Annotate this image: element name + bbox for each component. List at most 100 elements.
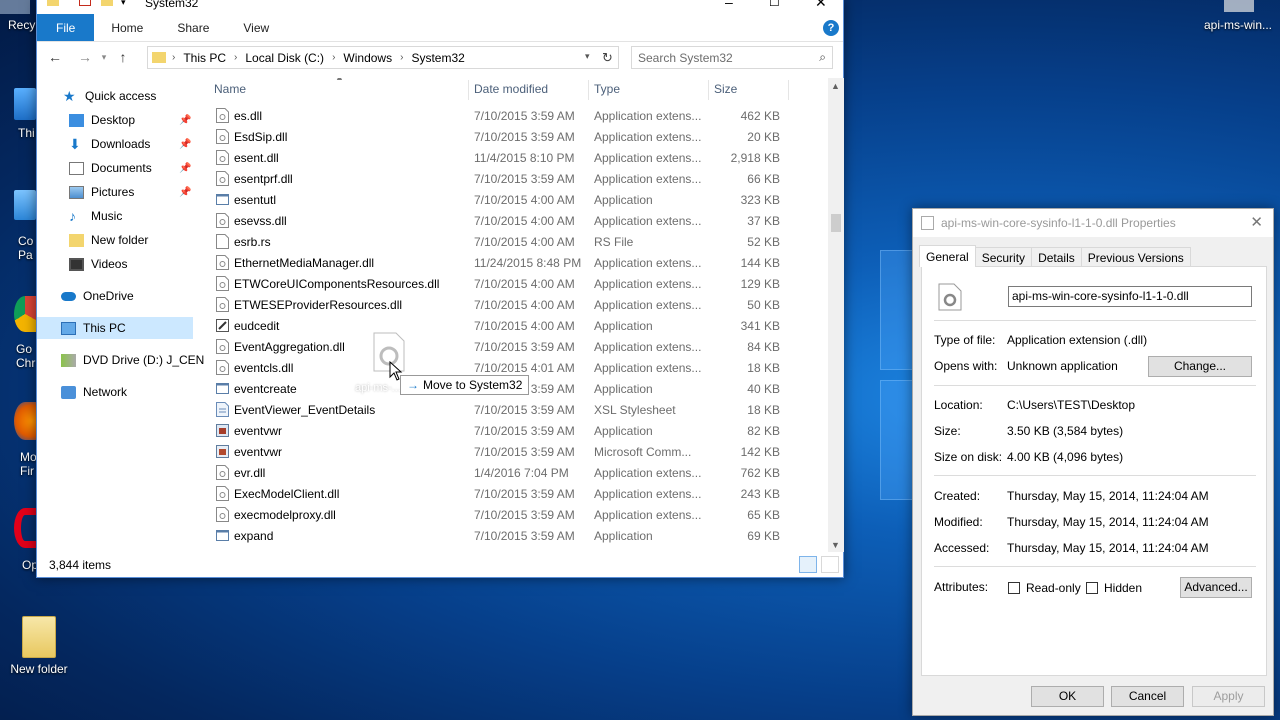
nav-new-folder[interactable]: New folder (69, 229, 148, 251)
nav-downloads[interactable]: ⬇ Downloads (69, 133, 150, 155)
breadcrumb-system32[interactable]: System32 (411, 51, 464, 65)
nav-onedrive[interactable]: OneDrive (61, 285, 134, 307)
ok-button[interactable]: OK (1031, 686, 1104, 707)
file-row[interactable]: EthernetMediaManager.dll 11/24/2015 8:48 … (209, 252, 827, 273)
nav-pictures[interactable]: Pictures (69, 181, 134, 203)
desktop-clip-thispc[interactable]: Thi (18, 126, 35, 140)
nav-videos[interactable]: Videos (69, 253, 127, 275)
file-row[interactable]: EventAggregation.dll 7/10/2015 3:59 AM App… (209, 336, 827, 357)
address-bar[interactable]: › This PC › Local Disk (C:) › Windows › … (147, 46, 619, 69)
forward-arrow-icon[interactable]: → (73, 49, 97, 65)
properties-icon[interactable] (79, 0, 91, 6)
vertical-scrollbar[interactable]: ▲ ▼ (828, 78, 844, 552)
file-row[interactable]: evr.dll 1/4/2016 7:04 PM Application exten… (209, 462, 827, 483)
tab-previous-versions[interactable]: Previous Versions (1080, 247, 1191, 267)
file-row[interactable]: ETWCoreUIComponentsResources.dll 7/10/201… (209, 273, 827, 294)
pin-icon[interactable]: 📌 (179, 163, 191, 174)
nav-music[interactable]: ♪ Music (69, 205, 122, 227)
readonly-checkbox[interactable] (1008, 582, 1020, 594)
desktop-clip-firefox[interactable]: Mo Fir (20, 450, 37, 478)
cancel-button[interactable]: Cancel (1111, 686, 1184, 707)
folder-icon (22, 616, 56, 658)
tab-general[interactable]: General (919, 245, 976, 267)
file-row[interactable]: esentprf.dll 7/10/2015 3:59 AM Application… (209, 168, 827, 189)
file-row[interactable]: EsdSip.dll 7/10/2015 3:59 AM Application e… (209, 126, 827, 147)
file-row[interactable]: es.dll 7/10/2015 3:59 AM Application exten… (209, 105, 827, 126)
breadcrumb-chevron-icon[interactable]: › (332, 52, 335, 63)
advanced-button[interactable]: Advanced... (1180, 577, 1252, 598)
file-row[interactable]: esent.dll 11/4/2015 8:10 PM Application ex… (209, 147, 827, 168)
nav-this-pc[interactable]: This PC (37, 317, 193, 339)
tab-view[interactable]: View (226, 14, 286, 41)
close-icon[interactable]: ✕ (815, 0, 827, 11)
recent-locations-chevron-icon[interactable]: ▾ (97, 52, 111, 63)
file-row[interactable]: ExecModelClient.dll 7/10/2015 3:59 AM Appl… (209, 483, 827, 504)
desktop-dll-icon[interactable] (1224, 0, 1254, 12)
filename-input[interactable]: api-ms-win-core-sysinfo-l1-1-0.dll (1008, 286, 1252, 307)
nav-desktop[interactable]: Desktop (69, 109, 135, 131)
tab-security[interactable]: Security (974, 247, 1033, 267)
file-row[interactable]: esrb.rs 7/10/2015 4:00 AM RS File 52 KB (209, 231, 827, 252)
apply-button[interactable]: Apply (1192, 686, 1265, 707)
file-row[interactable]: ETWESEProviderResources.dll 7/10/2015 4:0… (209, 294, 827, 315)
breadcrumb-chevron-icon[interactable]: › (400, 52, 403, 63)
nav-dvd-drive[interactable]: DVD Drive (D:) J_CEN (61, 349, 204, 371)
pin-icon[interactable]: 📌 (179, 187, 191, 198)
pin-icon[interactable]: 📌 (179, 139, 191, 150)
column-divider[interactable] (788, 80, 789, 100)
maximize-icon[interactable]: ☐ (769, 0, 780, 9)
file-row[interactable]: execmodelproxy.dll 7/10/2015 3:59 AM Appli… (209, 504, 827, 525)
file-row[interactable]: eventvwr 7/10/2015 3:59 AM Microsoft Comm.… (209, 441, 827, 462)
close-icon[interactable]: ✕ (1250, 213, 1263, 231)
properties-titlebar[interactable]: api-ms-win-core-sysinfo-l1-1-0.dll Prope… (913, 209, 1273, 237)
file-row[interactable]: esentutl 7/10/2015 4:00 AM Application 323 … (209, 189, 827, 210)
scroll-down-icon[interactable]: ▼ (831, 540, 840, 550)
scroll-thumb[interactable] (831, 214, 841, 232)
search-icon[interactable]: ⌕ (819, 50, 826, 65)
up-arrow-icon[interactable]: ↑ (111, 49, 135, 65)
file-row[interactable]: eudcedit 7/10/2015 4:00 AM Application 341 … (209, 315, 827, 336)
column-header-type[interactable]: Type (589, 78, 707, 100)
nav-network[interactable]: Network (61, 381, 127, 403)
chevron-down-icon[interactable]: ▾ (121, 0, 126, 8)
desktop-new-folder[interactable]: New folder (1, 616, 77, 676)
minimize-icon[interactable]: – (725, 0, 733, 10)
desktop-clip-control[interactable]: Co Pa (18, 234, 33, 262)
refresh-icon[interactable]: ↻ (597, 46, 619, 69)
nav-quick-access[interactable]: ★ Quick access (63, 85, 156, 107)
tab-details[interactable]: Details (1031, 247, 1082, 267)
details-view-icon[interactable] (799, 556, 817, 573)
desktop-clip-chrome[interactable]: Go Chr (16, 342, 35, 370)
column-header-size[interactable]: Size (709, 78, 787, 100)
breadcrumb-chevron-icon[interactable]: › (234, 52, 237, 63)
divider (934, 385, 1256, 386)
back-arrow-icon[interactable]: ← (43, 49, 67, 65)
size-value: 3.50 KB (3,584 bytes) (1007, 424, 1124, 438)
new-folder-icon[interactable] (101, 0, 113, 6)
hidden-checkbox[interactable] (1086, 582, 1098, 594)
file-row[interactable]: eventvwr 7/10/2015 3:59 AM Application 82 K… (209, 420, 827, 441)
help-icon[interactable]: ? (823, 20, 839, 36)
scroll-up-icon[interactable]: ▲ (831, 81, 840, 91)
breadcrumb-local-disk[interactable]: Local Disk (C:) (245, 51, 324, 65)
column-header-date[interactable]: Date modified (469, 78, 587, 100)
explorer-titlebar[interactable]: ▾ System32 – ☐ ✕ (37, 0, 843, 14)
hidden-label[interactable]: Hidden (1104, 581, 1142, 595)
readonly-label[interactable]: Read-only (1026, 581, 1081, 595)
address-dropdown-icon[interactable]: ▾ (585, 51, 590, 62)
desktop-clip-recycle[interactable]: Recy (8, 18, 35, 32)
change-button[interactable]: Change... (1148, 356, 1252, 377)
tab-home[interactable]: Home (94, 14, 160, 41)
breadcrumb-chevron-icon[interactable]: › (172, 52, 175, 63)
nav-documents[interactable]: Documents (69, 157, 152, 179)
pin-icon[interactable]: 📌 (179, 115, 191, 126)
file-row[interactable]: EventViewer_EventDetails 7/10/2015 3:59 A… (209, 399, 827, 420)
tab-file[interactable]: File (37, 14, 95, 41)
tab-share[interactable]: Share (160, 14, 226, 41)
search-input[interactable]: Search System32 ⌕ (631, 46, 833, 69)
file-row[interactable]: esevss.dll 7/10/2015 4:00 AM Application e… (209, 210, 827, 231)
large-icons-view-icon[interactable] (821, 556, 839, 573)
breadcrumb-windows[interactable]: Windows (343, 51, 392, 65)
file-row[interactable]: expand 7/10/2015 3:59 AM Application 69 KB (209, 525, 827, 546)
breadcrumb-this-pc[interactable]: This PC (183, 51, 226, 65)
